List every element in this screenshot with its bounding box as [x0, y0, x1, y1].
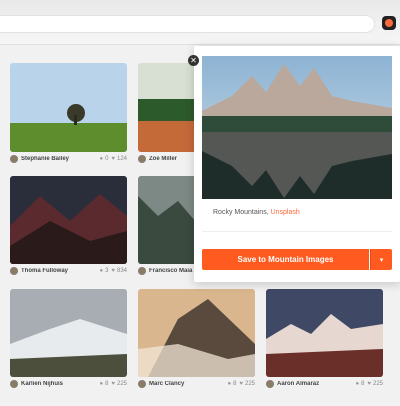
card-meta: Thoma Fulloway ● 3 ♥ 834	[10, 265, 127, 277]
username[interactable]: Karlien Nijhuis	[21, 381, 96, 387]
card-meta: Marc Clancy ● 8 ♥ 225	[138, 378, 255, 390]
like-value: 124	[116, 156, 127, 162]
photo-thumbnail[interactable]	[10, 63, 127, 152]
avatar[interactable]	[10, 267, 18, 275]
save-to-board-button[interactable]: Save to Mountain Images	[202, 249, 369, 270]
browser-toolbar	[0, 0, 400, 45]
comment-count: ● 8	[99, 381, 108, 387]
username[interactable]: Aaron Almaraz	[277, 381, 352, 387]
avatar[interactable]	[10, 155, 18, 163]
like-count: ♥ 834	[111, 268, 127, 274]
comment-icon: ●	[99, 381, 104, 387]
like-value: 225	[244, 381, 255, 387]
heart-icon: ♥	[239, 381, 243, 387]
divider	[202, 231, 392, 232]
like-count: ♥ 225	[239, 381, 255, 387]
board-dropdown-button[interactable]: ▾	[370, 249, 392, 270]
image-card[interactable]: Marc Clancy ● 8 ♥ 225	[138, 289, 255, 388]
heart-icon: ♥	[111, 381, 115, 387]
username[interactable]: Stephanie Bailey	[21, 156, 96, 162]
like-value: 225	[372, 381, 383, 387]
comment-icon: ●	[99, 156, 104, 162]
avatar[interactable]	[138, 267, 146, 275]
comment-value: 8	[105, 381, 109, 387]
username[interactable]: Thoma Fulloway	[21, 268, 96, 274]
comment-icon: ●	[355, 381, 360, 387]
comment-value: 3	[105, 268, 109, 274]
address-bar[interactable]	[0, 15, 375, 33]
avatar[interactable]	[138, 380, 146, 388]
save-popup: Rocky Mountains, Unsplash	[194, 46, 400, 282]
comment-count: ● 8	[355, 381, 364, 387]
popup-photo	[202, 56, 392, 199]
photo-thumbnail[interactable]	[10, 289, 127, 377]
image-card[interactable]: Karlien Nijhuis ● 8 ♥ 225	[10, 289, 127, 388]
comment-value: 0	[105, 156, 109, 162]
caption-text: Rocky Mountains,	[213, 209, 271, 216]
avatar[interactable]	[138, 155, 146, 163]
comment-value: 8	[361, 381, 365, 387]
comment-count: ● 0	[99, 156, 108, 162]
photo-thumbnail[interactable]	[10, 176, 127, 264]
close-icon[interactable]: ✕	[188, 55, 199, 66]
unsplash-extension-icon[interactable]	[382, 16, 396, 30]
chevron-down-icon: ▾	[379, 256, 384, 264]
card-meta: Karlien Nijhuis ● 8 ♥ 225	[10, 378, 127, 390]
heart-icon: ♥	[367, 381, 371, 387]
card-meta: Stephanie Bailey ● 0 ♥ 124	[10, 153, 127, 165]
photo-thumbnail[interactable]	[266, 289, 383, 377]
like-value: 225	[116, 381, 127, 387]
image-card[interactable]: Thoma Fulloway ● 3 ♥ 834	[10, 176, 127, 275]
comment-icon: ●	[99, 268, 104, 274]
comment-value: 8	[233, 381, 237, 387]
like-value: 834	[116, 268, 127, 274]
like-count: ♥ 225	[367, 381, 383, 387]
comment-icon: ●	[227, 381, 232, 387]
username[interactable]: Marc Clancy	[149, 381, 224, 387]
like-count: ♥ 225	[111, 381, 127, 387]
photo-thumbnail[interactable]	[138, 289, 255, 377]
photo-caption: Rocky Mountains, Unsplash	[213, 209, 300, 216]
comment-count: ● 8	[227, 381, 236, 387]
card-meta: Aaron Almaraz ● 8 ♥ 225	[266, 378, 383, 390]
comment-count: ● 3	[99, 268, 108, 274]
avatar[interactable]	[10, 380, 18, 388]
image-card[interactable]: Stephanie Bailey ● 0 ♥ 124	[10, 63, 127, 163]
heart-icon: ♥	[111, 268, 115, 274]
image-card[interactable]: Aaron Almaraz ● 8 ♥ 225	[266, 289, 383, 388]
unsplash-link[interactable]: Unsplash	[271, 209, 300, 216]
heart-icon: ♥	[111, 156, 115, 162]
avatar[interactable]	[266, 380, 274, 388]
like-count: ♥ 124	[111, 156, 127, 162]
